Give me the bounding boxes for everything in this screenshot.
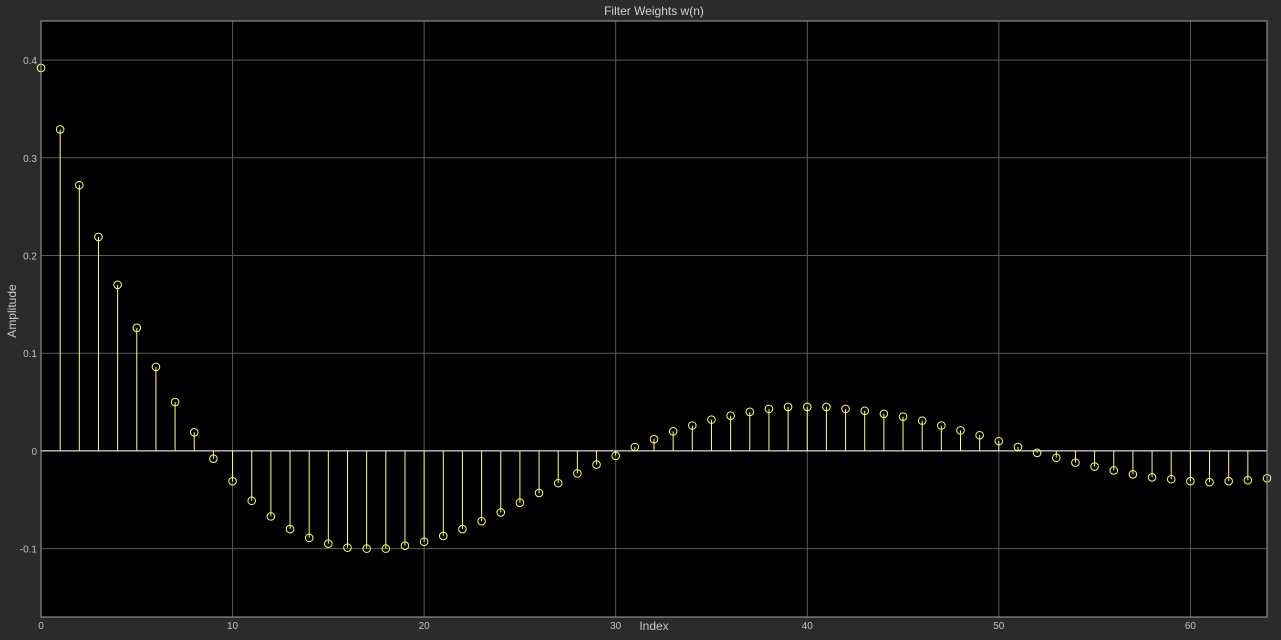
y-tick-label: 0.1 [23,349,37,360]
y-tick-labels: -0.1 0 0.1 0.2 0.3 0.4 [20,56,38,556]
y-axis-label: Amplitude [5,284,19,338]
figure-window: 0 10 20 30 40 50 60 -0.1 0 0.1 0.2 0.3 0.4 Filter W… [0,0,1281,640]
x-tick-label: 50 [993,621,1005,632]
x-tick-label: 60 [1185,621,1197,632]
y-tick-label: 0.3 [23,154,37,165]
x-tick-label: 30 [610,621,622,632]
x-tick-label: 40 [802,621,814,632]
x-tick-label: 20 [419,621,431,632]
x-tick-label: 10 [227,621,239,632]
plot-area [41,21,1267,617]
y-tick-label: 0.2 [23,251,37,262]
chart-title: Filter Weights w(n) [604,4,704,18]
x-tick-label: 0 [38,621,44,632]
x-axis-label: Index [639,619,668,633]
y-tick-label: -0.1 [20,545,38,556]
x-tick-labels: 0 10 20 30 40 50 60 [38,621,1196,632]
y-tick-label: 0.4 [23,56,37,67]
stem-plot: 0 10 20 30 40 50 60 -0.1 0 0.1 0.2 0.3 0.4 Filter W… [5,4,1272,633]
y-tick-label: 0 [31,447,37,458]
